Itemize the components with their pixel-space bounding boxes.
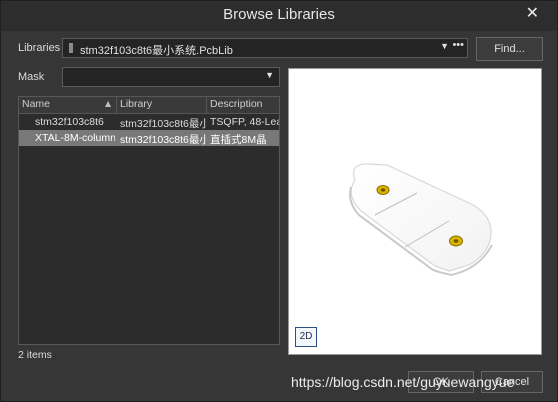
- libraries-value: stm32f103c8t6最小系统.PcbLib: [80, 45, 233, 57]
- row-library: stm32f103c8t6最小: [120, 118, 206, 130]
- title-bar: Browse Libraries ✕: [1, 1, 557, 31]
- table-row[interactable]: stm32f103c8t6 stm32f103c8t6最小 TSQFP, 48-…: [19, 114, 279, 130]
- item-count: 2 items: [18, 349, 52, 361]
- column-header-description[interactable]: Description: [210, 98, 263, 110]
- components-list[interactable]: Name ▲ Library Description stm32f103c8t6…: [18, 96, 280, 345]
- dialog-title: Browse Libraries: [223, 6, 335, 23]
- libraries-label: Libraries: [18, 42, 61, 54]
- view-2d-toggle[interactable]: 2D: [295, 327, 317, 347]
- close-icon[interactable]: ✕: [526, 4, 539, 22]
- chevron-down-icon[interactable]: ▼: [265, 70, 274, 80]
- column-header-name[interactable]: Name: [22, 98, 50, 110]
- row-name: XTAL-8M-column: [35, 132, 115, 144]
- chevron-down-icon[interactable]: ▼: [440, 41, 449, 51]
- table-row-selected[interactable]: XTAL-8M-column stm32f103c8t6最小 直插式8M晶: [19, 130, 279, 146]
- column-header-library[interactable]: Library: [120, 98, 152, 110]
- libraries-combo[interactable]: stm32f103c8t6最小系统.PcbLib ▼ •••: [62, 38, 468, 58]
- row-name: stm32f103c8t6: [35, 116, 104, 128]
- row-library: stm32f103c8t6最小: [120, 134, 206, 146]
- sort-arrow-icon: ▲: [105, 99, 112, 108]
- column-divider[interactable]: [116, 97, 117, 113]
- list-header: Name ▲ Library Description: [19, 97, 279, 114]
- find-button[interactable]: Find...: [476, 37, 543, 61]
- footprint-preview[interactable]: 2D: [288, 68, 542, 355]
- library-file-icon: [69, 43, 73, 53]
- row-description: 直插式8M晶: [210, 134, 267, 146]
- mask-label: Mask: [18, 71, 45, 83]
- more-options-icon[interactable]: •••: [452, 39, 464, 51]
- pad-icon: [376, 185, 390, 195]
- footprint-3d-model: [349, 163, 493, 277]
- watermark-text: https://blog.csdn.net/guyuewangyue: [291, 374, 515, 390]
- pad-icon: [449, 235, 463, 247]
- mask-combo[interactable]: ▼: [62, 67, 280, 87]
- column-divider[interactable]: [206, 97, 207, 113]
- browse-libraries-dialog: Browse Libraries ✕ Libraries stm32f103c8…: [0, 0, 558, 402]
- row-description: TSQFP, 48-Lead: [210, 116, 279, 128]
